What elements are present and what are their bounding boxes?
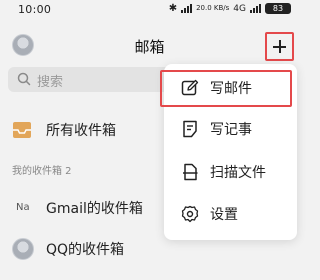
wifi-icon xyxy=(181,4,193,13)
account-badge: Na xyxy=(16,202,30,213)
inbox-tray-icon xyxy=(13,122,31,138)
avatar xyxy=(12,238,34,260)
menu-item-settings[interactable]: 设置 xyxy=(164,194,297,234)
network-speed: 20.0 KB/s xyxy=(196,4,230,12)
qq-inbox-label: QQ的收件箱 xyxy=(46,242,125,258)
search-icon xyxy=(17,72,31,86)
all-inboxes-label: 所有收件箱 xyxy=(46,123,116,139)
gmail-inbox-label: Gmail的收件箱 xyxy=(46,201,143,217)
note-label: 写记事 xyxy=(210,122,252,138)
add-button[interactable] xyxy=(265,32,294,61)
status-time: 10:00 xyxy=(18,3,52,16)
status-icons: ✱ 20.0 KB/s 4G 83 xyxy=(169,3,291,14)
app-header: 邮箱 xyxy=(0,28,299,62)
settings-label: 设置 xyxy=(210,207,238,223)
menu-item-compose[interactable]: 写邮件 xyxy=(160,68,297,108)
scan-label: 扫描文件 xyxy=(210,165,266,181)
network-type: 4G xyxy=(233,3,246,14)
menu-item-note[interactable]: 写记事 xyxy=(164,109,297,149)
scan-document-icon xyxy=(183,163,198,181)
menu-item-scan[interactable]: 扫描文件 xyxy=(164,152,297,192)
page-title: 邮箱 xyxy=(134,38,165,56)
note-icon xyxy=(183,120,197,138)
compose-label: 写邮件 xyxy=(210,81,252,97)
gear-icon xyxy=(181,205,199,223)
add-menu: 写邮件 写记事 扫描文件 设置 xyxy=(160,64,297,240)
battery-indicator: 83 xyxy=(265,3,291,14)
search-placeholder: 搜索 xyxy=(37,75,64,90)
status-bar: 10:00 ✱ 20.0 KB/s 4G 83 xyxy=(0,0,299,20)
compose-icon xyxy=(181,79,199,96)
signal-icon xyxy=(250,4,261,13)
bluetooth-icon: ✱ xyxy=(168,3,178,14)
